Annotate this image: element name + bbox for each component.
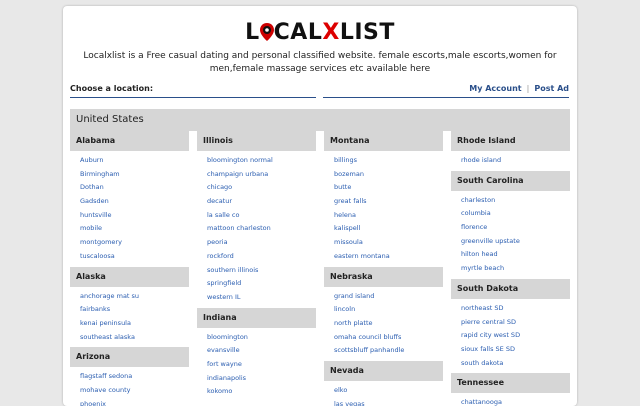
city-link[interactable]: mohave county <box>80 384 189 398</box>
state-header: Rhode Island <box>451 131 570 151</box>
city-link[interactable]: northeast SD <box>461 302 570 316</box>
city-link[interactable]: rhode island <box>461 154 570 168</box>
city-link[interactable]: western IL <box>207 291 316 305</box>
city-link[interactable]: butte <box>334 181 443 195</box>
city-link[interactable]: las vegas <box>334 398 443 406</box>
city-link[interactable]: rapid city west SD <box>461 329 570 343</box>
city-link[interactable]: la salle co <box>207 209 316 223</box>
city-link[interactable]: mattoon charleston <box>207 222 316 236</box>
city-link[interactable]: kenai peninsula <box>80 317 189 331</box>
location-pin-icon <box>259 23 274 41</box>
state-header: Arizona <box>70 347 189 368</box>
city-link[interactable]: Dothan <box>80 181 189 195</box>
city-link[interactable]: peoria <box>207 236 316 250</box>
city-link[interactable]: fairbanks <box>80 303 189 317</box>
city-link[interactable]: chicago <box>207 181 316 195</box>
account-links: My Account | Post Ad <box>469 84 569 93</box>
city-list: grand island lincoln north platte omaha cou… <box>324 287 443 361</box>
city-link[interactable]: billings <box>334 154 443 168</box>
city-link[interactable]: myrtle beach <box>461 262 570 276</box>
city-link[interactable]: chattanooga <box>461 396 570 406</box>
city-link[interactable]: great falls <box>334 195 443 209</box>
city-list: bloomington evansville fort wayne indianapo… <box>197 328 316 402</box>
main-card: L CALXLIST Localxlist is a Free casual da… <box>63 6 577 406</box>
city-link[interactable]: south dakota <box>461 357 570 371</box>
city-link[interactable]: montgomery <box>80 236 189 250</box>
city-link[interactable]: huntsville <box>80 209 189 223</box>
my-account-link[interactable]: My Account <box>469 84 521 93</box>
city-link[interactable]: springfield <box>207 277 316 291</box>
city-link[interactable]: flagstaff sedona <box>80 370 189 384</box>
city-link[interactable]: elko <box>334 384 443 398</box>
city-link[interactable]: missoula <box>334 236 443 250</box>
city-list: northeast SD pierre central SD rapid city … <box>451 299 570 373</box>
city-link[interactable]: bloomington normal <box>207 154 316 168</box>
city-list: rhode island <box>451 151 570 171</box>
city-list: bloomington normal champaign urbana chicag… <box>197 151 316 308</box>
city-link[interactable]: lincoln <box>334 303 443 317</box>
city-link[interactable]: champaign urbana <box>207 168 316 182</box>
choose-location-label: Choose a location: <box>70 84 154 93</box>
city-list: Auburn Birmingham Dothan Gadsden huntsville m… <box>70 151 189 267</box>
city-link[interactable]: florence <box>461 221 570 235</box>
city-link[interactable]: bozeman <box>334 168 443 182</box>
city-link[interactable]: fort wayne <box>207 358 316 372</box>
city-list: anchorage mat su fairbanks kenai peninsula… <box>70 287 189 348</box>
city-link[interactable]: anchorage mat su <box>80 290 189 304</box>
city-link[interactable]: rockford <box>207 250 316 264</box>
city-list: elko las vegas <box>324 381 443 406</box>
state-column: Alabama Auburn Birmingham Dothan Gadsden hunt… <box>70 131 189 406</box>
city-list: billings bozeman butte great falls helena kal… <box>324 151 443 267</box>
city-link[interactable]: tuscaloosa <box>80 250 189 264</box>
city-link[interactable]: mobile <box>80 222 189 236</box>
state-header: Montana <box>324 131 443 151</box>
post-ad-link[interactable]: Post Ad <box>534 84 569 93</box>
city-link[interactable]: grand island <box>334 290 443 304</box>
city-link[interactable]: Gadsden <box>80 195 189 209</box>
location-divider <box>70 97 316 98</box>
site-logo[interactable]: L CALXLIST <box>63 20 577 48</box>
city-list: charleston columbia florence greenville ups… <box>451 191 570 279</box>
city-link[interactable]: hilton head <box>461 248 570 262</box>
city-link[interactable]: helena <box>334 209 443 223</box>
site-tagline: Localxlist is a Free casual dating and p… <box>83 51 557 74</box>
city-link[interactable]: sioux falls SE SD <box>461 343 570 357</box>
state-column: Illinois bloomington normal champaign urba… <box>197 131 316 402</box>
state-header: Alaska <box>70 266 189 287</box>
city-link[interactable]: kalispell <box>334 222 443 236</box>
account-divider <box>323 97 569 98</box>
state-header: South Dakota <box>451 278 570 299</box>
state-header: Alabama <box>70 131 189 151</box>
link-separator: | <box>526 84 530 93</box>
city-link[interactable]: eastern montana <box>334 250 443 264</box>
city-link[interactable]: Birmingham <box>80 168 189 182</box>
city-link[interactable]: charleston <box>461 194 570 208</box>
city-link[interactable]: indianapolis <box>207 372 316 386</box>
state-header: Nebraska <box>324 266 443 287</box>
city-link[interactable]: evansville <box>207 344 316 358</box>
city-link[interactable]: kokomo <box>207 385 316 399</box>
city-link[interactable]: Auburn <box>80 154 189 168</box>
state-header: South Carolina <box>451 170 570 191</box>
city-link[interactable]: north platte <box>334 317 443 331</box>
city-link[interactable]: greenville upstate <box>461 235 570 249</box>
city-link[interactable]: scottsbluff panhandle <box>334 344 443 358</box>
city-link[interactable]: bloomington <box>207 331 316 345</box>
state-header: Indiana <box>197 307 316 328</box>
city-list: flagstaff sedona mohave county phoenix <box>70 367 189 406</box>
state-column: Montana billings bozeman butte great falls he… <box>324 131 443 406</box>
city-link[interactable]: columbia <box>461 207 570 221</box>
city-link[interactable]: pierre central SD <box>461 316 570 330</box>
city-link[interactable]: phoenix <box>80 398 189 406</box>
city-link[interactable]: decatur <box>207 195 316 209</box>
state-header: Illinois <box>197 131 316 151</box>
city-link[interactable]: southeast alaska <box>80 331 189 345</box>
state-header: Nevada <box>324 360 443 381</box>
state-header: Tennessee <box>451 373 570 394</box>
country-header: United States <box>70 109 570 131</box>
state-column: Rhode Island rhode island South Carolina ch… <box>451 131 570 406</box>
city-link[interactable]: omaha council bluffs <box>334 331 443 345</box>
city-link[interactable]: southern illinois <box>207 264 316 278</box>
